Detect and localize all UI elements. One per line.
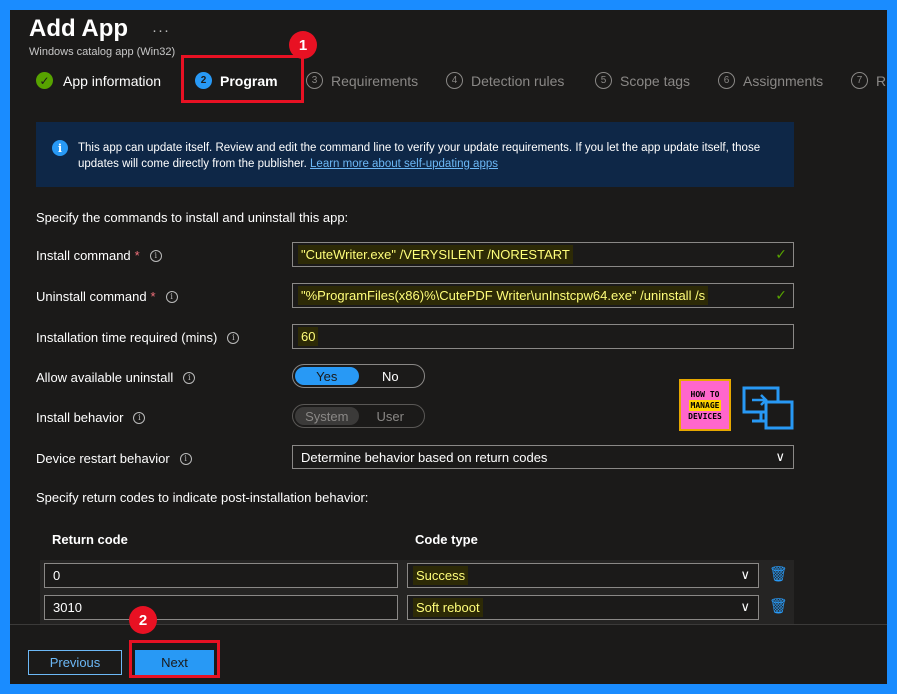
install-time-value: 60 [298,327,319,346]
step-requirements[interactable]: 3 Requirements [306,72,418,89]
install-behavior-label: Install behavior i [36,410,146,425]
info-icon[interactable]: i [149,249,162,262]
return-codes-heading: Specify return codes to indicate post-in… [36,490,369,505]
install-command-label: Install command * i [36,248,162,263]
check-icon: ✓ [775,287,787,303]
install-behavior-toggle: System User [292,404,425,428]
annotation-badge-2: 2 [129,606,157,634]
return-code-input[interactable]: 3010 [44,595,398,620]
step-number-icon: 4 [446,72,463,89]
restart-behavior-label: Device restart behavior i [36,451,192,466]
required-mark: * [134,248,140,263]
more-options-icon[interactable]: ··· [152,22,170,39]
return-code-input[interactable]: 0 [44,563,398,588]
code-type-value: Soft reboot [413,598,483,617]
install-command-input[interactable]: "CuteWriter.exe" /VERYSILENT /NORESTART … [292,242,794,267]
how-to-manage-devices-logo: HOW TO MANAGE DEVICES [679,379,731,431]
step-number-icon: 7 [851,72,868,89]
column-header-code-type: Code type [415,532,478,547]
step-label: Assignments [743,72,824,89]
learn-more-link[interactable]: Learn more about self-updating apps [310,158,498,170]
code-type-select[interactable]: Soft reboot ∨ [407,595,759,620]
step-app-information[interactable]: ✓ App information [36,72,161,89]
label-text: Installation time required (mins) [36,330,218,345]
page-subtitle: Windows catalog app (Win32) [29,46,176,58]
label-text: Allow available uninstall [36,370,174,385]
step-label: Requirements [331,72,419,89]
delete-row-trash-icon[interactable]: 🗑 [769,565,788,583]
chevron-down-icon: ∨ [740,599,750,614]
commands-heading: Specify the commands to install and unin… [36,210,349,225]
step-number-icon: 6 [718,72,735,89]
devices-icon [742,386,794,430]
label-text: Install behavior [36,410,124,425]
install-behavior-user: User [376,408,404,424]
return-code-value: 0 [53,568,61,583]
step-review[interactable]: 7 R [851,72,886,89]
code-type-value: Success [413,566,469,585]
label-text: Device restart behavior [36,451,170,466]
uninstall-command-input[interactable]: "%ProgramFiles(x86)%\CutePDF Writer\unIn… [292,283,794,308]
allow-uninstall-no[interactable]: No [359,367,423,385]
step-label: R [876,72,887,89]
logo-text: MANAGE [688,399,722,411]
step-label: Detection rules [471,72,565,89]
chevron-down-icon: ∨ [740,567,750,582]
annotation-badge-1: 1 [289,31,317,59]
step-label: App information [63,72,162,89]
step-label: Scope tags [620,72,691,89]
info-icon[interactable]: i [183,371,196,384]
install-behavior-system: System [295,407,359,425]
label-text: Uninstall command [36,289,147,304]
step-number-icon: 5 [595,72,612,89]
restart-behavior-value: Determine behavior based on return codes [301,449,548,465]
step-scope-tags[interactable]: 5 Scope tags [595,72,690,89]
logo-text: DEVICES [688,411,722,421]
step-number-icon: 3 [306,72,323,89]
return-code-value: 3010 [53,600,82,615]
required-mark: * [150,289,156,304]
check-icon: ✓ [775,246,787,262]
annotation-box-next [129,640,220,678]
column-header-return-code: Return code [52,532,128,547]
uninstall-command-label: Uninstall command * i [36,289,178,304]
check-circle-icon: ✓ [36,72,53,89]
page-title: Add App [29,15,129,42]
allow-uninstall-toggle: Yes No [292,364,425,388]
info-text-wrapper: This app can update itself. Review and e… [78,140,778,187]
install-command-value: "CuteWriter.exe" /VERYSILENT /NORESTART [298,245,573,264]
annotation-box-program [181,55,304,103]
previous-button[interactable]: Previous [28,650,122,675]
logo-text: HOW TO [690,389,720,399]
info-icon: i [52,140,68,156]
allow-uninstall-yes[interactable]: Yes [295,367,359,385]
info-icon[interactable]: i [179,452,192,465]
info-icon[interactable]: i [227,331,240,344]
app-frame: Add App ··· Windows catalog app (Win32) … [10,10,887,684]
chevron-down-icon: ∨ [775,449,785,464]
delete-row-trash-icon[interactable]: 🗑 [769,597,788,615]
info-banner: i This app can update itself. Review and… [36,122,794,187]
step-assignments[interactable]: 6 Assignments [718,72,823,89]
uninstall-command-value: "%ProgramFiles(x86)%\CutePDF Writer\unIn… [298,286,709,305]
install-time-input[interactable]: 60 [292,324,794,349]
wizard-steps: ✓ App information 2 Program 3 Requiremen… [10,72,887,96]
code-type-select[interactable]: Success ∨ [407,563,759,588]
step-detection-rules[interactable]: 4 Detection rules [446,72,564,89]
allow-uninstall-label: Allow available uninstall i [36,370,196,385]
restart-behavior-select[interactable]: Determine behavior based on return codes… [292,445,794,469]
info-icon[interactable]: i [165,290,178,303]
install-time-label: Installation time required (mins) i [36,330,240,345]
label-text: Install command [36,248,131,263]
info-icon[interactable]: i [133,411,146,424]
